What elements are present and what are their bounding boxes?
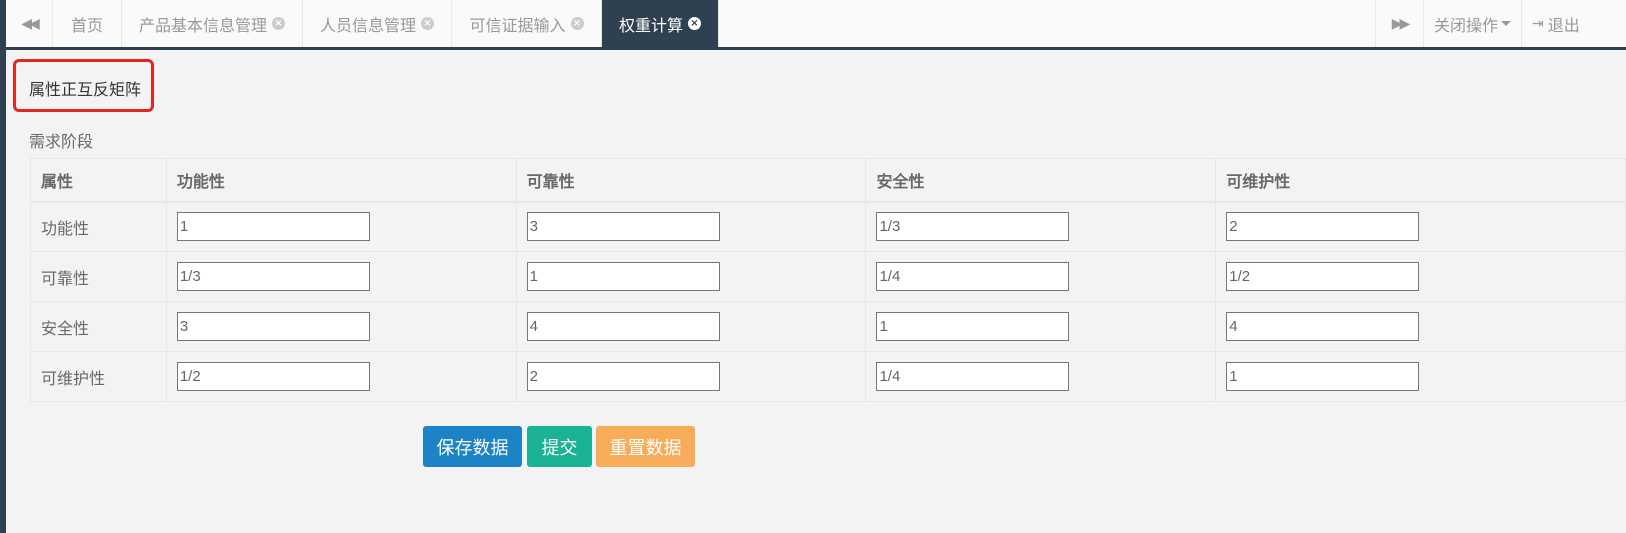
row-label: 可靠性 bbox=[30, 251, 167, 302]
table-row: 安全性 bbox=[30, 301, 1626, 352]
double-left-arrow-icon: ◀◀ bbox=[21, 15, 39, 32]
tab-scroll-right-button[interactable]: ▶▶ bbox=[1375, 0, 1423, 47]
close-icon[interactable]: × bbox=[272, 17, 285, 30]
matrix-input[interactable] bbox=[1226, 362, 1420, 391]
close-icon[interactable]: × bbox=[688, 17, 701, 30]
double-right-arrow-icon: ▶▶ bbox=[1391, 15, 1410, 32]
tab-label: 产品基本信息管理 bbox=[138, 15, 267, 35]
matrix-input[interactable] bbox=[876, 362, 1070, 391]
logout-button[interactable]: ⇥ 退出 bbox=[1521, 0, 1626, 47]
table-row: 可维护性 bbox=[30, 351, 1626, 402]
matrix-input[interactable] bbox=[176, 362, 370, 391]
tab-weight-calc[interactable]: 权重计算 × bbox=[602, 0, 719, 47]
table-row: 功能性 bbox=[30, 201, 1626, 252]
column-header: 可维护性 bbox=[1215, 158, 1626, 203]
matrix-input[interactable] bbox=[1226, 262, 1420, 291]
column-header: 可靠性 bbox=[515, 158, 867, 203]
row-label: 可维护性 bbox=[30, 351, 167, 402]
tab-personnel-info[interactable]: 人员信息管理 × bbox=[303, 0, 452, 47]
matrix-input[interactable] bbox=[526, 362, 720, 391]
submit-button[interactable]: 提交 bbox=[527, 426, 592, 467]
close-icon[interactable]: × bbox=[421, 17, 434, 30]
matrix-input[interactable] bbox=[176, 312, 370, 341]
tab-home[interactable]: 首页 bbox=[53, 0, 122, 47]
close-operations-label: 关闭操作 bbox=[1433, 15, 1498, 35]
tab-label: 首页 bbox=[70, 15, 103, 35]
logout-label: 退出 bbox=[1547, 15, 1580, 35]
tab-label: 人员信息管理 bbox=[319, 15, 416, 35]
tab-evidence-input[interactable]: 可信证据输入 × bbox=[452, 0, 602, 47]
matrix-input[interactable] bbox=[526, 212, 720, 242]
close-operations-dropdown[interactable]: 关闭操作 bbox=[1423, 0, 1521, 47]
sidebar-edge bbox=[0, 0, 6, 533]
column-header: 属性 bbox=[30, 158, 167, 203]
tab-bar: ◀◀ 首页 产品基本信息管理 × 人员信息管理 × 可信证据输入 × 权重计算 … bbox=[6, 0, 1626, 50]
close-icon[interactable]: × bbox=[570, 17, 584, 30]
table-header-row: 属性 功能性 可靠性 安全性 可维护性 bbox=[30, 158, 1626, 203]
matrix-input[interactable] bbox=[176, 262, 370, 291]
reset-data-button[interactable]: 重置数据 bbox=[596, 426, 695, 467]
matrix-input[interactable] bbox=[876, 212, 1070, 242]
column-header: 功能性 bbox=[165, 158, 517, 203]
tab-scroll-left-button[interactable]: ◀◀ bbox=[6, 0, 53, 47]
tab-product-info[interactable]: 产品基本信息管理 × bbox=[122, 0, 303, 47]
matrix-input[interactable] bbox=[526, 262, 720, 291]
caret-down-icon bbox=[1501, 21, 1511, 26]
section-title: 属性正互反矩阵 bbox=[29, 80, 142, 99]
stage-label: 需求阶段 bbox=[29, 132, 94, 151]
matrix-input[interactable] bbox=[176, 212, 370, 242]
matrix-input[interactable] bbox=[526, 312, 720, 341]
row-label: 功能性 bbox=[30, 201, 167, 252]
matrix-input[interactable] bbox=[876, 312, 1070, 341]
column-header: 安全性 bbox=[865, 158, 1217, 203]
save-data-button[interactable]: 保存数据 bbox=[423, 426, 522, 467]
matrix-input[interactable] bbox=[876, 262, 1070, 291]
logout-icon: ⇥ bbox=[1532, 15, 1544, 32]
table-row: 可靠性 bbox=[30, 251, 1626, 302]
matrix-input[interactable] bbox=[1226, 312, 1420, 341]
tab-label: 权重计算 bbox=[618, 15, 683, 35]
tab-label: 可信证据输入 bbox=[469, 15, 566, 35]
matrix-input[interactable] bbox=[1226, 212, 1420, 242]
reciprocal-matrix-table: 属性 功能性 可靠性 安全性 可维护性 功能性 可靠性 安全性 bbox=[30, 158, 1626, 402]
row-label: 安全性 bbox=[30, 301, 167, 352]
